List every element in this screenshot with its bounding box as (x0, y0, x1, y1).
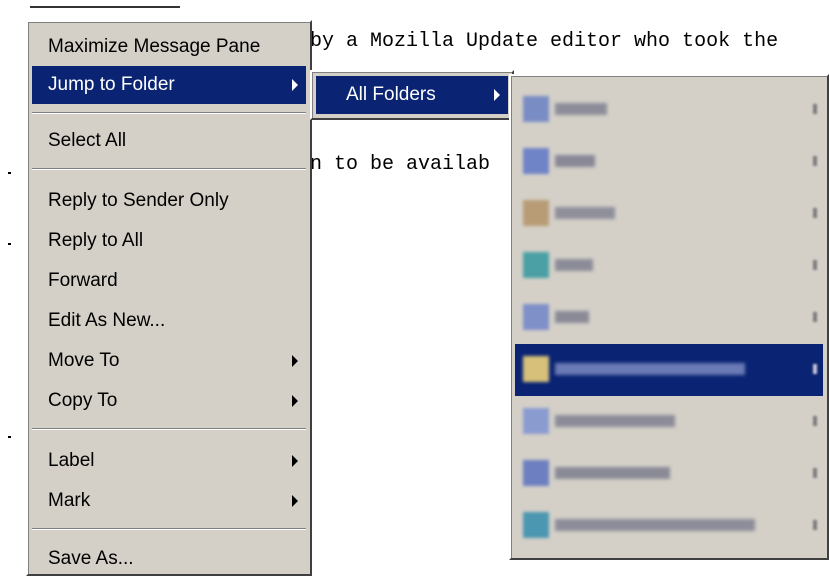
menu-item-reply-to-sender-only[interactable]: Reply to Sender Only (32, 182, 306, 220)
obscured-folder-name (555, 207, 615, 219)
folder-item[interactable] (515, 84, 823, 136)
obscured-folder-name (555, 415, 675, 427)
menu-item-label: Edit As New... (48, 310, 166, 331)
folder-icon (523, 252, 549, 278)
folder-count-marker (813, 156, 817, 166)
text-marker (30, 6, 180, 8)
menu-item-save-as[interactable]: Save As... (32, 540, 306, 578)
folder-item[interactable] (515, 240, 823, 292)
submenu-arrow-icon (494, 89, 500, 101)
menu-item-move-to[interactable]: Move To (32, 342, 306, 380)
menu-item-edit-as-new[interactable]: Edit As New... (32, 302, 306, 340)
folder-icon (523, 460, 549, 486)
folder-item[interactable] (515, 136, 823, 188)
folder-item[interactable] (515, 188, 823, 240)
menu-item-label: Reply to All (48, 230, 144, 251)
text-marker (8, 243, 11, 245)
folder-count-marker (813, 364, 817, 374)
submenu-arrow-icon (292, 395, 298, 407)
menu-separator (32, 528, 306, 530)
menu-item-copy-to[interactable]: Copy To (32, 382, 306, 420)
obscured-folder-name (555, 311, 589, 323)
obscured-folder-name (555, 155, 595, 167)
folder-icon (523, 96, 549, 122)
menu-item-label: Jump to Folder (48, 74, 175, 95)
jump-to-folder-submenu: All Folders (310, 70, 514, 120)
menu-separator (32, 168, 306, 170)
folder-count-marker (813, 520, 817, 530)
folder-icon (523, 148, 549, 174)
folder-count-marker (813, 260, 817, 270)
folder-item[interactable] (515, 396, 823, 448)
menu-item-label: Move To (48, 350, 120, 371)
message-body-line-2: n to be availab (310, 153, 491, 176)
obscured-folder-name (555, 259, 593, 271)
text-marker (8, 172, 11, 174)
folder-icon (523, 200, 549, 226)
menu-separator (32, 112, 306, 114)
menu-item-label: Select All (48, 130, 127, 151)
folder-count-marker (813, 416, 817, 426)
menu-item-reply-to-all[interactable]: Reply to All (32, 222, 306, 260)
submenu-arrow-icon (292, 455, 298, 467)
menu-item-jump-to-folder[interactable]: Jump to Folder (32, 66, 306, 104)
menu-item-forward[interactable]: Forward (32, 262, 306, 300)
folder-icon (523, 408, 549, 434)
submenu-arrow-icon (292, 495, 298, 507)
folder-item[interactable] (515, 500, 823, 552)
folder-count-marker (813, 104, 817, 114)
submenu-arrow-icon (292, 79, 298, 91)
obscured-folder-name (555, 467, 670, 479)
message-body-line-1: by a Mozilla Update editor who took the (310, 30, 779, 53)
all-folders-submenu (509, 74, 829, 560)
menu-item-label: Reply to Sender Only (48, 190, 229, 211)
folder-item[interactable] (515, 292, 823, 344)
folder-item[interactable] (515, 448, 823, 500)
folder-icon (523, 356, 549, 382)
obscured-folder-name (555, 519, 755, 531)
obscured-folder-name (555, 103, 607, 115)
message-context-menu: Maximize Message Pane Jump to Folder Sel… (26, 20, 312, 576)
menu-item-label-submenu[interactable]: Label (32, 442, 306, 480)
menu-separator (32, 428, 306, 430)
menu-item-label: Save As... (48, 548, 134, 569)
menu-item-label: Label (48, 450, 95, 471)
menu-item-label: Copy To (48, 390, 118, 411)
folder-count-marker (813, 208, 817, 218)
text-marker (8, 436, 11, 438)
submenu-arrow-icon (292, 355, 298, 367)
obscured-folder-name (555, 363, 745, 375)
folder-count-marker (813, 468, 817, 478)
menu-item-mark[interactable]: Mark (32, 482, 306, 520)
menu-item-label: Mark (48, 490, 91, 511)
menu-item-label: Forward (48, 270, 118, 291)
menu-item-label: Maximize Message Pane (48, 36, 261, 57)
folder-icon (523, 304, 549, 330)
menu-item-all-folders[interactable]: All Folders (316, 76, 508, 114)
folder-item-highlighted[interactable] (515, 344, 823, 396)
menu-item-label: All Folders (346, 84, 436, 105)
folder-count-marker (813, 312, 817, 322)
menu-item-select-all[interactable]: Select All (32, 122, 306, 160)
folder-icon (523, 512, 549, 538)
menu-item-maximize-message-pane[interactable]: Maximize Message Pane (32, 28, 306, 66)
